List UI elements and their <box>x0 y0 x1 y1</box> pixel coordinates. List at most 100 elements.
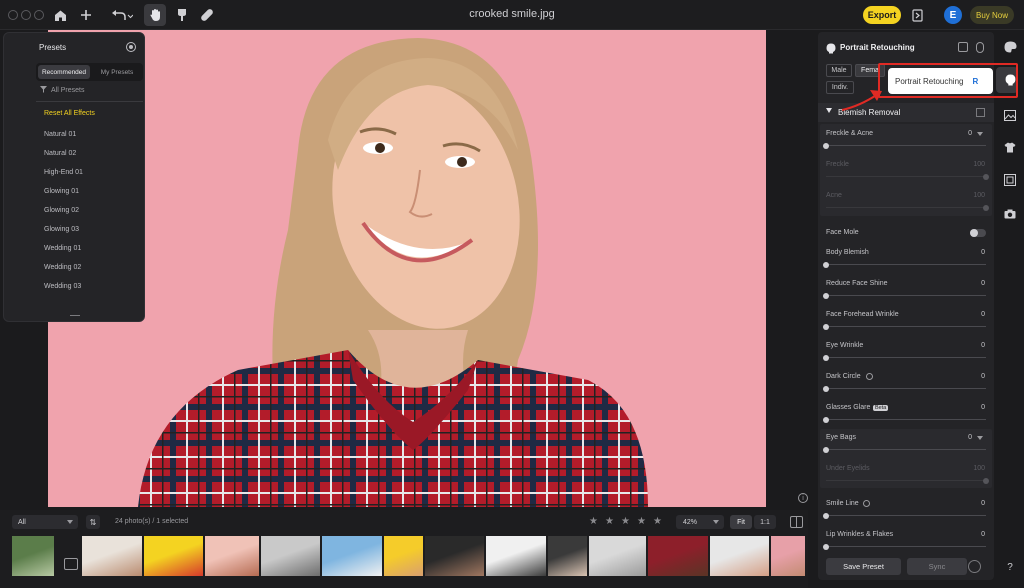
preset-item[interactable]: Wedding 01 <box>44 245 81 252</box>
acne-slider[interactable] <box>826 204 989 211</box>
slider-knob[interactable] <box>823 292 829 299</box>
sync-settings-icon[interactable] <box>968 560 981 573</box>
slider-label: Body Blemish <box>826 249 869 256</box>
freckle-label: Freckle <box>826 161 849 168</box>
gender-tab-male[interactable]: Male <box>826 64 852 77</box>
background-icon[interactable] <box>1003 108 1017 122</box>
freckle-slider[interactable] <box>826 173 989 180</box>
photo-thumbnail[interactable] <box>486 536 546 576</box>
rating-star[interactable]: ★ <box>605 516 614 527</box>
preset-item[interactable]: Glowing 01 <box>44 188 79 195</box>
panel-resize-handle[interactable] <box>70 315 80 316</box>
slider-track[interactable] <box>823 292 986 299</box>
rating-star[interactable]: ★ <box>653 516 662 527</box>
preset-item[interactable]: Natural 02 <box>44 150 76 157</box>
chevron-down-icon <box>713 520 719 524</box>
reset-panel-icon[interactable] <box>976 42 984 53</box>
slider-knob[interactable] <box>823 385 829 392</box>
photo-thumbnail[interactable] <box>710 536 769 576</box>
compare-icon[interactable] <box>958 42 968 52</box>
presets-settings-icon[interactable] <box>126 42 136 52</box>
slider-track[interactable] <box>823 323 986 330</box>
account-avatar[interactable]: E <box>944 6 962 24</box>
crop-icon[interactable] <box>1003 173 1017 187</box>
share-icon[interactable] <box>910 5 924 25</box>
eraser-icon[interactable] <box>976 108 985 117</box>
under-eyelids-slider[interactable] <box>826 477 989 484</box>
rating-star[interactable]: ★ <box>637 516 646 527</box>
sync-button[interactable]: Sync <box>907 558 967 575</box>
reset-all-effects-link[interactable]: Reset All Effects <box>44 110 95 117</box>
compare-view-icon[interactable] <box>790 516 803 528</box>
slider-knob[interactable] <box>823 323 829 330</box>
preset-item[interactable]: Glowing 02 <box>44 207 79 214</box>
preset-item[interactable]: Wedding 03 <box>44 283 81 290</box>
expand-icon[interactable] <box>977 132 983 136</box>
help-button[interactable]: ? <box>1003 560 1017 574</box>
photo-thumbnail[interactable] <box>144 536 203 576</box>
photo-thumbnail[interactable] <box>589 536 646 576</box>
slider-value: 0 <box>981 500 985 507</box>
preset-item[interactable]: Natural 01 <box>44 131 76 138</box>
slider-track[interactable] <box>823 261 986 268</box>
slider-track[interactable] <box>823 354 986 361</box>
info-icon[interactable]: i <box>798 493 808 503</box>
expand-icon[interactable] <box>977 436 983 440</box>
export-button[interactable]: Export <box>863 6 901 24</box>
photo-thumbnail[interactable] <box>384 536 423 576</box>
photo-thumbnail[interactable] <box>261 536 320 576</box>
photo-thumbnail[interactable] <box>12 536 54 576</box>
tab-recommended[interactable]: Recommended <box>38 65 90 79</box>
acne-value: 100 <box>973 192 985 199</box>
filmstrip-filter-select[interactable]: All <box>12 515 78 529</box>
slider-value: 0 <box>981 280 985 287</box>
save-preset-button[interactable]: Save Preset <box>826 558 901 575</box>
slider-label: Smile Line <box>826 500 859 507</box>
eye-bags-value: 0 <box>968 434 972 441</box>
photo-thumbnail[interactable] <box>425 536 484 576</box>
preset-item[interactable]: High-End 01 <box>44 169 83 176</box>
rating-star[interactable]: ★ <box>589 516 598 527</box>
photo-thumbnail[interactable] <box>648 536 708 576</box>
sort-icon[interactable]: ⇅ <box>86 515 100 529</box>
slider-value: 0 <box>981 373 985 380</box>
face-mole-label: Face Mole <box>826 229 859 236</box>
face-icon <box>826 41 836 59</box>
photo-thumbnail[interactable] <box>548 536 587 576</box>
photo-thumbnail[interactable] <box>82 536 142 576</box>
slider-knob[interactable] <box>823 354 829 361</box>
slider-track[interactable] <box>823 512 986 519</box>
slider-knob[interactable] <box>823 512 829 519</box>
slider-knob[interactable] <box>823 416 829 423</box>
one-to-one-button[interactable]: 1:1 <box>754 515 776 529</box>
shirt-icon[interactable] <box>1003 140 1017 154</box>
slider-label: Reduce Face Shine <box>826 280 888 287</box>
photo-canvas[interactable] <box>48 30 766 507</box>
presets-filter[interactable]: All Presets <box>40 86 84 95</box>
slider-track[interactable] <box>823 385 986 392</box>
tab-my-presets[interactable]: My Presets <box>92 65 142 79</box>
camera-icon[interactable] <box>1003 207 1017 221</box>
eye-bags-slider[interactable] <box>823 446 986 453</box>
slider-knob[interactable] <box>823 543 829 550</box>
photo-thumbnail[interactable] <box>322 536 382 576</box>
zoom-select[interactable]: 42% <box>676 515 724 529</box>
rating-star[interactable]: ★ <box>621 516 630 527</box>
help-circle-icon[interactable] <box>866 373 873 380</box>
freckle-acne-slider[interactable] <box>823 142 986 149</box>
face-mole-toggle[interactable] <box>970 229 986 237</box>
slider-track[interactable] <box>823 543 986 550</box>
chevron-down-icon[interactable] <box>826 108 832 113</box>
add-photo-icon[interactable] <box>64 558 78 570</box>
help-circle-icon[interactable] <box>863 500 870 507</box>
photo-thumbnail[interactable] <box>205 536 259 576</box>
buy-now-button[interactable]: Buy Now <box>970 6 1014 24</box>
palette-icon[interactable] <box>1003 40 1017 54</box>
preset-item[interactable]: Wedding 02 <box>44 264 81 271</box>
slider-track[interactable] <box>823 416 986 423</box>
freckle-acne-group <box>820 124 992 216</box>
fit-button[interactable]: Fit <box>730 515 752 529</box>
slider-knob[interactable] <box>823 261 829 268</box>
preset-item[interactable]: Glowing 03 <box>44 226 79 233</box>
photo-thumbnail[interactable] <box>771 536 805 576</box>
